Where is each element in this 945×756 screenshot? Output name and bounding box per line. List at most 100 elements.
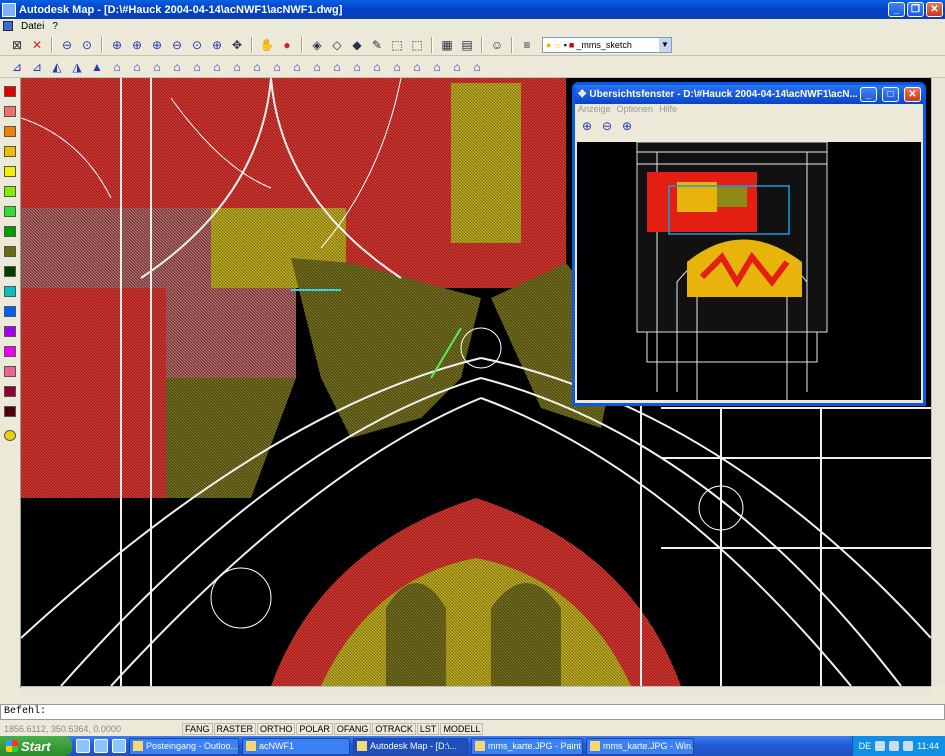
overview-title-bar[interactable]: ✥ Übersichtsfenster - D:\#Hauck 2004-04-…	[575, 85, 923, 104]
map-tool-17-icon[interactable]: ⌂	[328, 58, 346, 76]
overview-window[interactable]: ✥ Übersichtsfenster - D:\#Hauck 2004-04-…	[572, 82, 926, 406]
color-swatch[interactable]	[4, 306, 16, 317]
color-swatch[interactable]	[4, 246, 16, 257]
tray-security-icon[interactable]	[903, 741, 914, 751]
quicklaunch-ie-icon[interactable]	[94, 739, 108, 753]
map-tool-20-icon[interactable]: ⌂	[388, 58, 406, 76]
hand-icon[interactable]: ✋	[258, 36, 276, 54]
color-swatch[interactable]	[4, 166, 16, 177]
menu-datei[interactable]: Datei	[21, 21, 44, 32]
zoom-out-icon[interactable]: ⊖	[168, 36, 186, 54]
map-tool-5-icon[interactable]: ▲	[88, 58, 106, 76]
status-raster[interactable]: RASTER	[213, 723, 257, 735]
chevron-down-icon[interactable]: ▼	[659, 37, 671, 52]
map-tool-10-icon[interactable]: ⌂	[188, 58, 206, 76]
close-button[interactable]: ✕	[926, 2, 943, 17]
status-ortho[interactable]: ORTHO	[257, 723, 296, 735]
start-button[interactable]: Start	[0, 736, 72, 756]
status-fang[interactable]: FANG	[182, 723, 213, 735]
color-swatch[interactable]	[4, 226, 16, 237]
map-tool-14-icon[interactable]: ⌂	[268, 58, 286, 76]
map-tool-4-icon[interactable]: ◮	[68, 58, 86, 76]
color-swatch[interactable]	[4, 406, 16, 417]
zoom-dynamic-icon[interactable]: ⊕	[128, 36, 146, 54]
color-swatch[interactable]	[4, 186, 16, 197]
region-select-icon[interactable]: ▦	[438, 36, 456, 54]
color-swatch[interactable]	[4, 346, 16, 357]
zoom-realtime-icon[interactable]: ⊖	[58, 36, 76, 54]
status-otrack[interactable]: OTRACK	[372, 723, 416, 735]
zoom-window-icon[interactable]: ⊕	[108, 36, 126, 54]
language-indicator[interactable]: DE	[859, 741, 872, 751]
stop-icon[interactable]: ●	[278, 36, 296, 54]
tray-volume-icon[interactable]	[889, 741, 900, 751]
map-tool-12-icon[interactable]: ⌂	[228, 58, 246, 76]
color-swatch[interactable]	[4, 326, 16, 337]
map-tool-1-icon[interactable]: ⊿	[8, 58, 26, 76]
region-edit-icon[interactable]: ▤	[458, 36, 476, 54]
smiley-icon[interactable]	[4, 430, 16, 441]
map-tool-24-icon[interactable]: ⌂	[468, 58, 486, 76]
map-tool-19-icon[interactable]: ⌂	[368, 58, 386, 76]
overview-zoom-out-icon[interactable]: ⊖	[598, 117, 616, 135]
color-swatch[interactable]	[4, 126, 16, 137]
zoom-in-icon[interactable]: ⊕	[148, 36, 166, 54]
status-polar[interactable]: POLAR	[296, 723, 333, 735]
map-tool-3-icon[interactable]: ◭	[48, 58, 66, 76]
sketch-tool-3-icon[interactable]: ◆	[348, 36, 366, 54]
horizontal-scrollbar[interactable]	[21, 686, 931, 698]
color-swatch[interactable]	[4, 106, 16, 117]
sketch-tool-5-icon[interactable]: ⬚	[388, 36, 406, 54]
task-image-viewer[interactable]: mms_karte.JPG - Win...	[586, 737, 694, 755]
quicklaunch-outlook-icon[interactable]	[112, 739, 126, 753]
map-tool-7-icon[interactable]: ⌂	[128, 58, 146, 76]
task-paint[interactable]: mms_karte.JPG - Paint	[471, 737, 583, 755]
zoom-all-icon[interactable]: ⊙	[188, 36, 206, 54]
map-tool-23-icon[interactable]: ⌂	[448, 58, 466, 76]
color-swatch[interactable]	[4, 286, 16, 297]
color-swatch[interactable]	[4, 206, 16, 217]
overview-menu-optionen[interactable]: Optionen	[617, 104, 654, 116]
task-outlook[interactable]: Posteingang - Outloo...	[129, 737, 239, 755]
overview-menu-anzeige[interactable]: Anzeige	[578, 104, 611, 116]
pan-icon[interactable]: ✥	[228, 36, 246, 54]
map-tool-18-icon[interactable]: ⌂	[348, 58, 366, 76]
quicklaunch-desktop-icon[interactable]	[76, 739, 90, 753]
overview-minimize-button[interactable]: _	[860, 87, 877, 102]
color-swatch[interactable]	[4, 146, 16, 157]
sketch-tool-6-icon[interactable]: ⬚	[408, 36, 426, 54]
map-tool-6-icon[interactable]: ⌂	[108, 58, 126, 76]
tray-network-icon[interactable]	[875, 741, 886, 751]
map-tool-16-icon[interactable]: ⌂	[308, 58, 326, 76]
map-tool-9-icon[interactable]: ⌂	[168, 58, 186, 76]
color-swatch[interactable]	[4, 266, 16, 277]
map-tool-15-icon[interactable]: ⌂	[288, 58, 306, 76]
layer-manager-icon[interactable]: ≡	[518, 36, 536, 54]
sketch-tool-4-icon[interactable]: ✎	[368, 36, 386, 54]
zoom-previous-icon[interactable]: ⊙	[78, 36, 96, 54]
color-swatch[interactable]	[4, 366, 16, 377]
command-line[interactable]: Befehl:	[0, 704, 945, 720]
overview-canvas[interactable]	[577, 142, 921, 400]
sketch-tool-1-icon[interactable]: ◈	[308, 36, 326, 54]
status-lst[interactable]: LST	[416, 723, 440, 735]
overview-zoom-extents-icon[interactable]: ⊕	[618, 117, 636, 135]
map-tool-22-icon[interactable]: ⌂	[428, 58, 446, 76]
map-tool-11-icon[interactable]: ⌂	[208, 58, 226, 76]
overview-menu-hilfe[interactable]: Hilfe	[659, 104, 677, 116]
document-icon[interactable]	[3, 21, 13, 31]
map-tool-8-icon[interactable]: ⌂	[148, 58, 166, 76]
color-swatch[interactable]	[4, 86, 16, 97]
restore-button[interactable]: ❐	[907, 2, 924, 17]
overview-close-button[interactable]: ✕	[904, 87, 921, 102]
layer-dropdown[interactable]: ● ☼ ▪ ■ _mms_sketch ▼	[542, 36, 672, 53]
autocad-app-icon[interactable]	[2, 2, 16, 17]
map-tool-2-icon[interactable]: ⊿	[28, 58, 46, 76]
overview-zoom-in-icon[interactable]: ⊕	[578, 117, 596, 135]
zoom-extents-icon[interactable]: ⊕	[208, 36, 226, 54]
status-ofang[interactable]: OFANG	[333, 723, 372, 735]
minimize-button[interactable]: _	[888, 2, 905, 17]
vertical-scrollbar[interactable]	[931, 78, 945, 686]
map-tool-13-icon[interactable]: ⌂	[248, 58, 266, 76]
smiley-icon[interactable]: ☺	[488, 36, 506, 54]
